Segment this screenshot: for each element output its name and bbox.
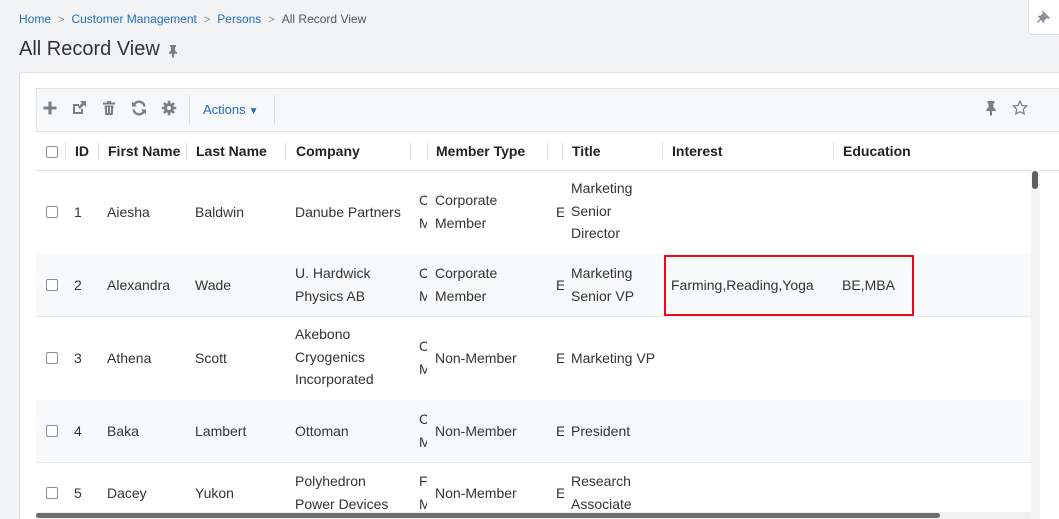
cell-hidden-column: C M	[419, 189, 427, 234]
breadcrumb-chevron-icon: >	[58, 14, 65, 26]
breadcrumb-persons-link[interactable]: Persons	[217, 12, 261, 26]
actions-label: Actions	[203, 102, 246, 117]
cell-id: 1	[74, 204, 82, 220]
cell-id: 4	[74, 423, 82, 439]
breadcrumb-chevron-icon: >	[268, 14, 275, 26]
cell-member-type: Non-Member	[435, 485, 517, 501]
column-header-education[interactable]: Education	[843, 143, 911, 159]
cell-hidden-column: C M	[419, 408, 427, 453]
cell-first-name: Athena	[107, 350, 152, 366]
table-row[interactable]: 1 Aiesha Baldwin Danube Partners C M Cor…	[36, 170, 1036, 255]
cell-hidden-column: C M	[419, 335, 427, 380]
cell-first-name: Baka	[107, 423, 139, 439]
cell-first-name: Dacey	[107, 485, 147, 501]
actions-dropdown-button[interactable]: Actions ▼	[203, 102, 259, 117]
plus-icon[interactable]	[42, 100, 58, 116]
external-link-icon[interactable]	[71, 100, 87, 116]
star-icon[interactable]	[1011, 99, 1029, 116]
cell-first-name: Alexandra	[107, 277, 171, 293]
row-checkbox[interactable]	[46, 206, 58, 218]
toolbar-divider	[274, 95, 275, 125]
cell-hidden-column: E	[556, 274, 564, 297]
cell-hidden-column: C M	[419, 262, 427, 307]
cell-hidden-column: F M	[419, 473, 427, 512]
cell-company: Ottoman	[295, 423, 349, 439]
toolbar-divider	[189, 95, 190, 125]
column-header-last-name[interactable]: Last Name	[196, 143, 267, 159]
column-header-title[interactable]: Title	[572, 143, 601, 159]
breadcrumb: Home > Customer Management > Persons > All Rec…	[19, 12, 366, 26]
column-header-member-type[interactable]: Member Type	[436, 143, 525, 159]
cell-title: Research Associate	[571, 473, 632, 512]
cell-last-name: Yukon	[195, 485, 234, 501]
trash-icon[interactable]	[101, 100, 117, 116]
refresh-icon[interactable]	[131, 100, 147, 116]
cell-id: 3	[74, 350, 82, 366]
select-all-checkbox[interactable]	[46, 146, 58, 158]
cell-last-name: Wade	[195, 277, 232, 293]
cell-company: U. Hardwick Physics AB	[295, 265, 371, 304]
cell-company: Danube Partners	[295, 204, 401, 220]
row-checkbox[interactable]	[46, 352, 58, 364]
caret-down-icon: ▼	[248, 106, 259, 117]
vertical-scrollbar-thumb[interactable]	[1032, 171, 1038, 189]
cell-id: 2	[74, 277, 82, 293]
cell-last-name: Baldwin	[195, 204, 245, 220]
cell-last-name: Lambert	[195, 423, 247, 439]
cell-last-name: Scott	[195, 350, 227, 366]
column-header-company[interactable]: Company	[296, 143, 360, 159]
cell-member-type: Non-Member	[435, 350, 517, 366]
cell-title: Marketing Senior VP	[571, 265, 635, 304]
breadcrumb-customer-management-link[interactable]: Customer Management	[71, 12, 196, 26]
cell-member-type: Corporate Member	[435, 265, 498, 304]
cell-title: President	[571, 423, 631, 439]
table-row[interactable]: 2 Alexandra Wade U. Hardwick Physics AB …	[36, 254, 1036, 317]
breadcrumb-chevron-icon: >	[203, 14, 211, 26]
cell-hidden-column: E	[556, 420, 564, 443]
row-checkbox[interactable]	[46, 425, 58, 437]
column-header-id[interactable]: ID	[75, 143, 89, 159]
table-row[interactable]: 3 Athena Scott Akebono Cryogenics Incorp…	[36, 316, 1036, 401]
pin-icon	[1037, 10, 1050, 23]
cell-member-type: Non-Member	[435, 423, 517, 439]
grid-toolbar: Actions ▼	[36, 88, 1059, 132]
cell-education: BE,MBA	[842, 277, 895, 293]
column-header-interest[interactable]: Interest	[672, 143, 723, 159]
cell-title: Marketing VP	[571, 350, 656, 366]
row-checkbox[interactable]	[46, 487, 58, 499]
cell-company: Polyhedron Power Devices	[295, 473, 389, 512]
cell-hidden-column: E	[556, 482, 564, 505]
cell-title: Marketing Senior Director	[571, 180, 633, 241]
panel-pin-button[interactable]	[1028, 0, 1059, 35]
cell-hidden-column: E	[556, 347, 564, 370]
cell-hidden-column: E	[556, 201, 564, 224]
gear-icon[interactable]	[161, 100, 177, 116]
cell-company: Akebono Cryogenics Incorporated	[295, 326, 374, 387]
cell-interest: Farming,Reading,Yoga	[671, 277, 814, 293]
cell-member-type: Corporate Member	[435, 192, 498, 231]
grid-header: ID First Name Last Name Company Member T…	[36, 132, 1059, 171]
row-checkbox[interactable]	[46, 279, 58, 291]
records-panel: Actions ▼ ID First Name Last Name Company…	[19, 72, 1059, 519]
pin-icon[interactable]	[166, 44, 180, 58]
page-title: All Record View	[19, 38, 160, 60]
cell-id: 5	[74, 485, 82, 501]
breadcrumb-current: All Record View	[281, 12, 367, 26]
column-header-first-name[interactable]: First Name	[108, 143, 180, 159]
vertical-scrollbar[interactable]	[1031, 170, 1040, 519]
table-row[interactable]: 4 Baka Lambert Ottoman C M Non-Member E …	[36, 400, 1036, 463]
breadcrumb-home-link[interactable]: Home	[19, 12, 51, 26]
table-row[interactable]: 5 Dacey Yukon Polyhedron Power Devices F…	[36, 462, 1036, 519]
cell-first-name: Aiesha	[107, 204, 150, 220]
pin-icon[interactable]	[983, 100, 999, 116]
horizontal-scrollbar-thumb[interactable]	[36, 513, 940, 518]
